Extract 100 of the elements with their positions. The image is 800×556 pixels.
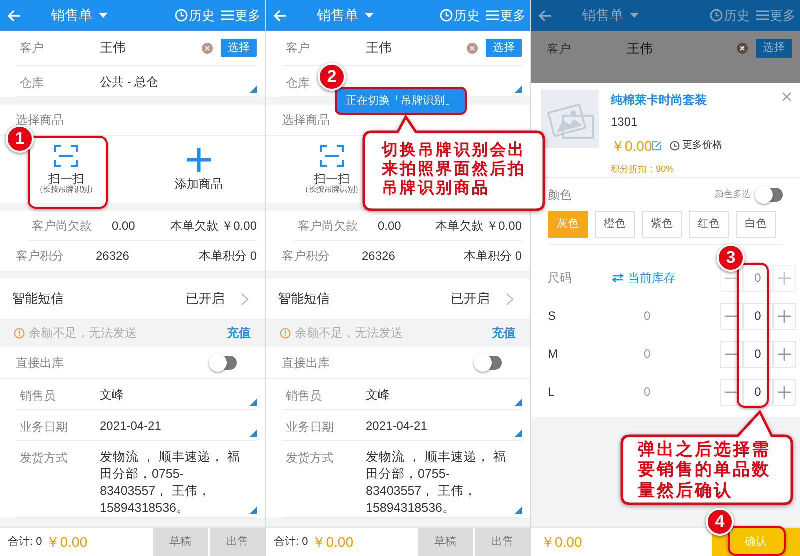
clock-icon[interactable] — [670, 141, 680, 152]
dropdown-corner-icon[interactable] — [250, 430, 257, 437]
more-link[interactable]: 更多 — [770, 6, 796, 26]
notice-text: 余额不足，无法发送 — [295, 325, 403, 342]
edit-icon[interactable] — [652, 141, 662, 152]
stock-count: 0 — [644, 346, 651, 363]
section-title: 选择商品 — [282, 112, 330, 129]
field-label: 销售员 — [20, 389, 56, 403]
field-value[interactable]: 2021-04-21 — [366, 418, 515, 440]
stat-value: 0.00 — [112, 218, 136, 234]
quantity-field[interactable]: 0 — [743, 302, 773, 330]
dropdown-corner-icon[interactable] — [515, 399, 522, 406]
history-link[interactable]: 历史 — [189, 6, 215, 26]
color-option[interactable]: 橙色 — [595, 211, 635, 238]
color-option[interactable]: 紫色 — [642, 211, 682, 238]
field-value[interactable]: 文峰 — [366, 387, 515, 409]
menu-icon[interactable] — [756, 10, 769, 21]
dropdown-corner-icon[interactable] — [250, 86, 257, 93]
plus-button[interactable] — [773, 378, 796, 406]
stat-label: 客户积分 — [282, 249, 330, 263]
plus-icon[interactable] — [186, 148, 211, 172]
chevron-icon[interactable] — [506, 292, 514, 306]
recharge-link[interactable]: 充值 — [227, 324, 251, 342]
dropdown-corner-icon[interactable] — [515, 506, 522, 514]
sms-label[interactable]: 智能短信 — [12, 289, 64, 309]
field-label: 直接出库 — [282, 354, 330, 372]
dropdown-corner-icon[interactable] — [250, 399, 257, 406]
more-prices-link[interactable]: 更多价格 — [682, 140, 722, 152]
product-name[interactable]: 纯棉莱卡时尚套装 — [611, 93, 722, 108]
clear-icon[interactable] — [737, 43, 748, 54]
plus-button[interactable] — [773, 302, 796, 330]
color-option[interactable]: 红色 — [689, 211, 729, 238]
stock-link[interactable]: 当前库存 — [628, 269, 676, 287]
history-link[interactable]: 历史 — [454, 6, 480, 26]
stat-extra: 本单欠款 ￥0.00 — [170, 218, 257, 234]
close-icon[interactable] — [782, 92, 792, 102]
select-button[interactable]: 选择 — [756, 39, 792, 58]
field-label: 仓库 — [286, 76, 310, 90]
total-amount: ￥0.00 — [312, 532, 354, 552]
stat-value: 26326 — [96, 248, 130, 265]
screen-title[interactable]: 销售单 — [317, 5, 359, 26]
quantity-field[interactable]: 0 — [743, 340, 773, 368]
quantity-field[interactable]: 0 — [743, 264, 773, 292]
scan-icon[interactable] — [320, 144, 344, 166]
field-label: 客户 — [20, 41, 44, 55]
field-value[interactable]: 2021-04-21 — [100, 418, 250, 440]
dropdown-corner-icon[interactable] — [515, 430, 522, 437]
minus-button[interactable] — [720, 340, 743, 368]
field-label: 发货方式 — [286, 451, 334, 465]
stat-label: 客户尚欠款 — [298, 218, 358, 232]
field-value[interactable]: 公共 - 总仓 — [100, 74, 250, 96]
toggle-switch[interactable] — [211, 356, 237, 370]
tile-label[interactable]: 扫一扫 — [314, 172, 350, 186]
color-option[interactable]: 白色 — [736, 211, 776, 238]
sms-label[interactable]: 智能短信 — [278, 289, 330, 309]
history-link[interactable]: 历史 — [724, 6, 750, 26]
select-button[interactable]: 选择 — [221, 38, 257, 58]
stat-extra: 本单积分 0 — [464, 248, 522, 265]
sms-status[interactable]: 已开启 — [186, 289, 225, 309]
minus-button[interactable] — [720, 302, 743, 330]
caret-icon[interactable] — [630, 13, 639, 18]
more-link[interactable]: 更多 — [500, 6, 526, 26]
size-label: S — [548, 308, 558, 325]
caret-icon[interactable] — [99, 13, 108, 18]
field-value: 王伟 — [627, 40, 654, 58]
field-value: 王伟 — [366, 39, 393, 58]
stock-count: 0 — [644, 308, 651, 325]
dropdown-corner-icon[interactable] — [515, 86, 522, 93]
chevron-icon[interactable] — [241, 292, 249, 306]
field-value[interactable]: 发物流 ， 顺丰速递， 福田分部，0755-83403557， 王伟， 15894318536。 — [366, 449, 515, 516]
dropdown-corner-icon[interactable] — [250, 506, 257, 514]
field-label: 发货方式 — [20, 451, 68, 465]
back-icon[interactable] — [538, 8, 552, 22]
size-label: L — [548, 384, 556, 401]
plus-button[interactable] — [773, 264, 796, 292]
swap-icon[interactable] — [612, 273, 624, 283]
toggle-switch[interactable] — [476, 356, 502, 370]
recharge-link[interactable]: 充值 — [492, 324, 516, 342]
quantity-field[interactable]: 0 — [743, 378, 773, 406]
stat-label: 客户积分 — [16, 249, 64, 263]
stat-value: 26326 — [362, 248, 396, 265]
more-link[interactable]: 更多 — [235, 6, 261, 26]
section-label: 尺码 — [548, 270, 573, 287]
minus-button[interactable] — [720, 378, 743, 406]
field-value: 王伟 — [100, 39, 127, 58]
field-value[interactable]: 文峰 — [100, 387, 250, 409]
tile-label[interactable]: 扫一扫 — [48, 172, 84, 186]
color-option[interactable]: 灰色 — [548, 211, 588, 238]
section-label: 颜色 — [548, 186, 572, 204]
plus-button[interactable] — [773, 340, 796, 368]
screen-title[interactable]: 销售单 — [582, 5, 624, 26]
scan-icon[interactable] — [54, 144, 78, 166]
screen-title[interactable]: 销售单 — [51, 5, 93, 26]
caret-icon[interactable] — [365, 13, 374, 18]
sms-status[interactable]: 已开启 — [451, 289, 490, 309]
field-value[interactable]: 发物流 ， 顺丰速递， 福田分部，0755-83403557， 王伟， 15894318536。 — [100, 449, 250, 516]
tile-label[interactable]: 添加商品 — [174, 178, 223, 192]
toggle-switch[interactable] — [757, 188, 783, 202]
multi-select-label: 颜色多选 — [715, 188, 751, 201]
select-button[interactable]: 选择 — [486, 38, 522, 58]
